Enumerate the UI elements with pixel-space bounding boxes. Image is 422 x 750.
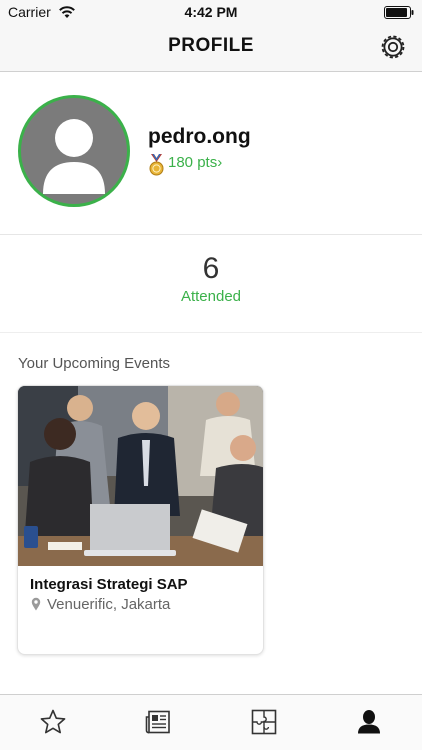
star-icon bbox=[40, 709, 66, 734]
points-value: 180 pts bbox=[168, 154, 218, 171]
upcoming-events-heading: Your Upcoming Events bbox=[18, 355, 171, 372]
clock-time: 4:42 PM bbox=[184, 4, 238, 20]
user-placeholder-icon bbox=[43, 119, 105, 194]
tab-bar bbox=[0, 694, 422, 750]
username: pedro.ong bbox=[148, 125, 251, 148]
event-venue: Venuerific, Jakarta bbox=[47, 596, 171, 613]
user-icon bbox=[358, 710, 381, 734]
battery-icon bbox=[384, 6, 414, 19]
medal-icon bbox=[149, 154, 164, 176]
avatar[interactable] bbox=[18, 95, 130, 207]
newspaper-icon bbox=[145, 710, 171, 734]
tab-favorites[interactable] bbox=[0, 695, 106, 750]
event-card[interactable]: Integrasi Strategi SAP Venuerific, Jakar… bbox=[17, 385, 264, 655]
tab-profile[interactable] bbox=[317, 695, 422, 750]
chevron-right-icon: › bbox=[217, 154, 223, 171]
tab-interests[interactable] bbox=[211, 695, 317, 750]
tab-news[interactable] bbox=[106, 695, 212, 750]
event-title: Integrasi Strategi SAP bbox=[30, 576, 188, 593]
profile-header: pedro.ong 180 pts› bbox=[0, 72, 422, 235]
navigation-bar: PROFILE bbox=[0, 24, 422, 72]
attended-count: 6 bbox=[202, 252, 220, 285]
status-bar: Carrier 4:42 PM bbox=[0, 0, 422, 24]
gear-icon[interactable] bbox=[378, 32, 408, 62]
location-pin-icon bbox=[31, 597, 41, 611]
attended-label: Attended bbox=[180, 288, 242, 305]
event-photo bbox=[18, 386, 263, 566]
points-link[interactable]: 180 pts› bbox=[168, 154, 222, 171]
puzzle-icon bbox=[251, 709, 277, 735]
attended-stat[interactable]: 6 Attended bbox=[0, 235, 422, 333]
page-title: PROFILE bbox=[168, 35, 254, 56]
